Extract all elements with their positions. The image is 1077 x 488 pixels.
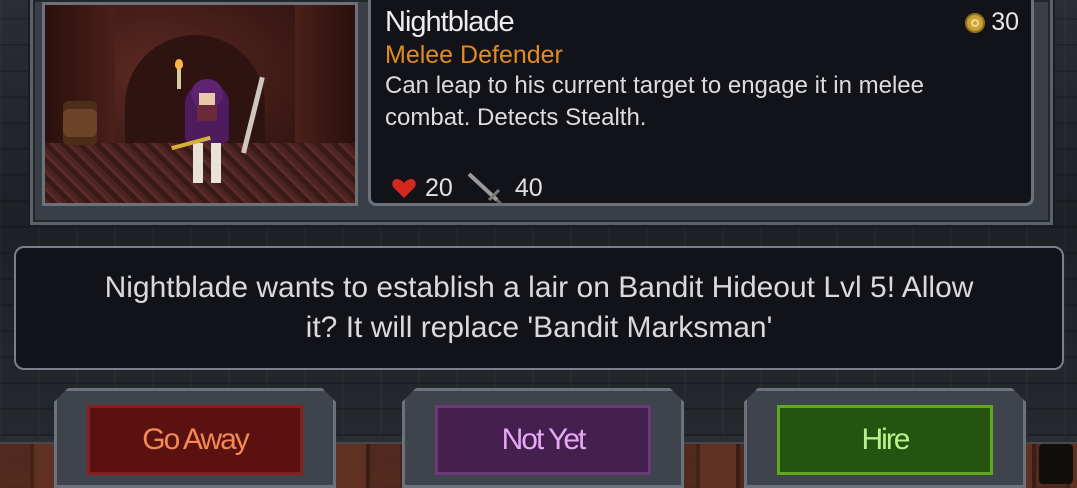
unit-role: Melee Defender — [385, 41, 563, 69]
sword-icon — [467, 172, 503, 206]
lair-request-message: Nightblade wants to establish a lair on … — [14, 246, 1064, 370]
gold-coin-icon — [965, 12, 986, 33]
hero-beard — [197, 105, 217, 121]
heart-icon — [392, 179, 416, 198]
candle-flame — [175, 59, 183, 69]
corner-slot — [1039, 444, 1073, 484]
unit-description: Can leap to his current target to engage… — [385, 72, 924, 131]
barrel — [63, 101, 97, 145]
unit-stats: 20 40 — [391, 170, 543, 206]
hire-button[interactable]: Hire — [777, 405, 993, 475]
unit-portrait — [42, 2, 358, 206]
hero-legs — [193, 143, 221, 183]
not-yet-frame: Not Yet — [402, 388, 684, 488]
unit-info-panel: Nightblade Melee Defender Can leap to hi… — [368, 0, 1034, 206]
hire-frame: Hire — [744, 388, 1026, 488]
cave-wall-right — [295, 5, 355, 155]
unit-cost-value: 30 — [991, 8, 1019, 36]
attack-value: 40 — [514, 173, 543, 202]
unit-cost: 30 — [965, 8, 1019, 37]
message-text: Nightblade wants to establish a lair on … — [104, 271, 974, 344]
health-value: 20 — [425, 173, 453, 202]
not-yet-button[interactable]: Not Yet — [435, 405, 651, 475]
go-away-button[interactable]: Go Away — [87, 405, 303, 475]
unit-name: Nightblade — [385, 6, 515, 38]
go-away-frame: Go Away — [54, 388, 336, 488]
candle — [177, 67, 181, 89]
